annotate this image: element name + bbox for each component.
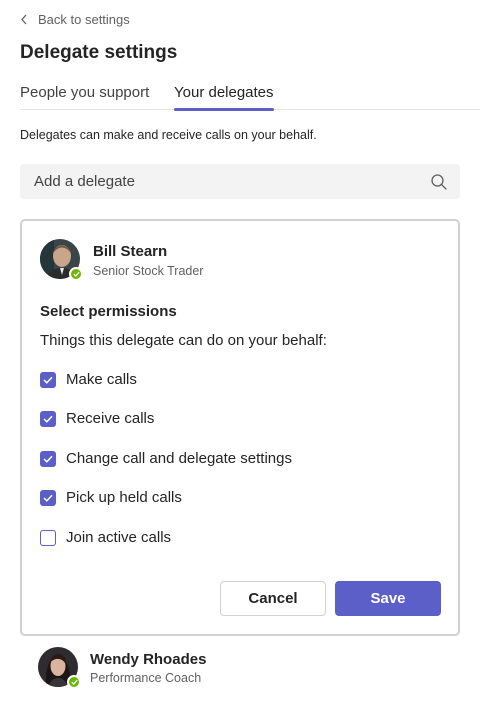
permission-label: Join active calls [66,529,172,546]
checkbox-checked-icon[interactable] [40,450,56,467]
tab-bar: People you support Your delegates [20,84,480,111]
checkbox-unchecked-icon[interactable] [40,529,56,546]
back-label: Back to settings [38,12,130,27]
presence-available-icon [69,267,83,281]
cancel-button[interactable]: Cancel [220,581,326,616]
permission-change-settings[interactable]: Change call and delegate settings [40,450,292,467]
save-button[interactable]: Save [335,581,441,616]
other-delegate-role: Performance Coach [90,671,202,685]
delegate-role: Senior Stock Trader [93,264,204,278]
permission-pick-up-held-calls[interactable]: Pick up held calls [40,489,182,506]
checkbox-checked-icon[interactable] [40,410,56,427]
back-to-settings-link[interactable]: Back to settings [20,12,130,27]
checkbox-checked-icon[interactable] [40,371,56,388]
page-title: Delegate settings [20,42,178,63]
permission-label: Receive calls [66,410,155,427]
tab-people-you-support[interactable]: People you support [20,84,149,109]
other-delegate-name[interactable]: Wendy Rhoades [90,651,206,668]
add-delegate-search [20,164,460,199]
permissions-title: Select permissions [40,303,177,320]
presence-available-icon [67,675,81,689]
permission-join-active-calls[interactable]: Join active calls [40,529,171,546]
avatar [40,239,83,281]
permission-make-calls[interactable]: Make calls [40,371,137,388]
delegate-name: Bill Stearn [93,243,168,260]
delegate-card: Bill Stearn Senior Stock Trader Select p… [20,219,460,636]
permission-label: Change call and delegate settings [66,450,292,467]
permissions-subtitle: Things this delegate can do on your beha… [40,332,327,349]
avatar[interactable] [38,647,81,689]
permission-receive-calls[interactable]: Receive calls [40,410,154,427]
chevron-left-icon [21,14,27,25]
checkbox-checked-icon[interactable] [40,489,56,506]
delegates-description: Delegates can make and receive calls on … [20,128,317,142]
permission-label: Make calls [66,371,137,388]
search-icon[interactable] [430,173,448,191]
permission-label: Pick up held calls [66,489,182,506]
tab-your-delegates[interactable]: Your delegates [174,84,274,111]
add-delegate-input[interactable] [34,173,430,190]
